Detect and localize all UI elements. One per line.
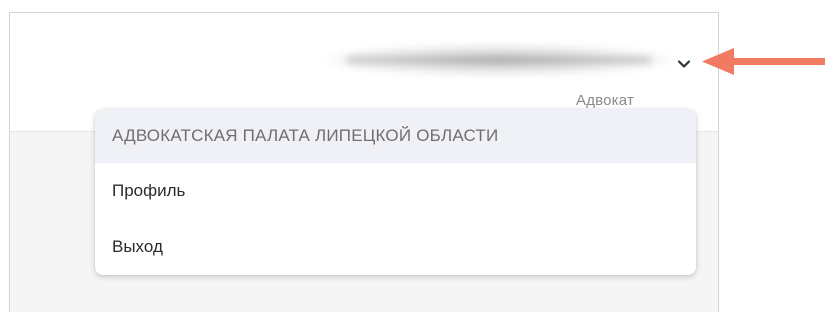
menu-item-logout[interactable]: Выход [95,219,696,275]
user-role: Адвокат [576,92,635,109]
user-dropdown-menu: АДВОКАТСКАЯ ПАЛАТА ЛИПЕЦКОЙ ОБЛАСТИ Проф… [95,109,696,275]
menu-organization-header: АДВОКАТСКАЯ ПАЛАТА ЛИПЕЦКОЙ ОБЛАСТИ [95,109,696,163]
user-name-redacted [327,43,671,77]
menu-item-profile[interactable]: Профиль [95,163,696,219]
chevron-down-icon[interactable] [675,55,693,73]
arrow-left-icon [700,45,825,79]
